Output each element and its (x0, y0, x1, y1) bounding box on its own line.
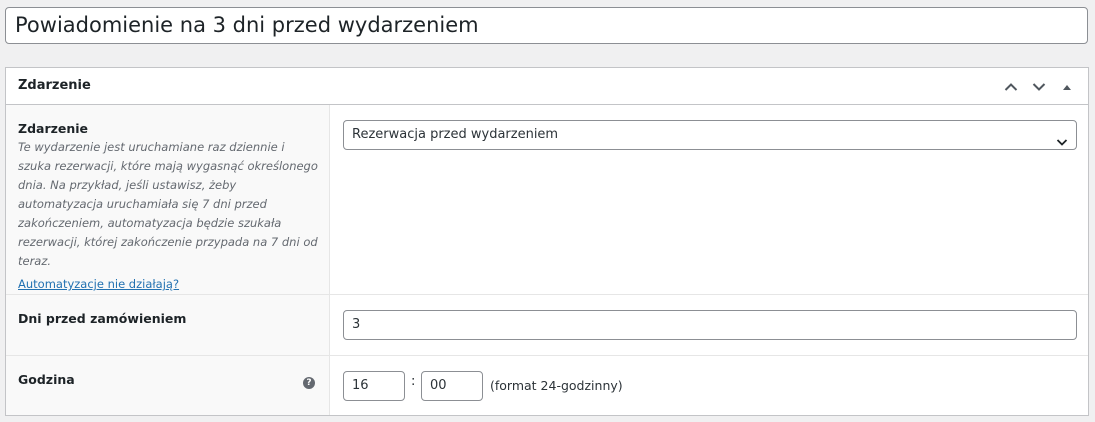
event-select-value: Rezerwacja przed wydarzeniem (352, 127, 559, 142)
time-separator: : (411, 374, 416, 389)
event-select[interactable]: Rezerwacja przed wydarzeniem (343, 120, 1077, 150)
days-row: Dni przed zamówieniem 3 (6, 294, 1088, 355)
chevron-up-icon[interactable] (998, 76, 1024, 98)
hours-input[interactable]: 16 (343, 371, 405, 401)
days-label: Dni przed zamówieniem (18, 311, 187, 326)
event-panel: Zdarzenie Zdarzenie Te wydarzenie jest u… (5, 67, 1089, 416)
event-row: Zdarzenie Te wydarzenie jest uruchamiane… (6, 105, 1088, 294)
event-description: Te wydarzenie jest uruchamiane raz dzien… (18, 140, 318, 268)
time-format-hint: (format 24-godzinny) (490, 378, 623, 393)
time-label-cell: Godzina ? (6, 356, 330, 415)
days-before-input[interactable]: 3 (343, 310, 1077, 340)
chevron-down-icon[interactable] (1026, 76, 1052, 98)
chevron-down-icon (1056, 130, 1068, 158)
panel-actions (998, 76, 1080, 98)
minutes-input[interactable]: 00 (421, 371, 483, 401)
panel-header: Zdarzenie (6, 68, 1088, 105)
time-row: Godzina ? 16 : 00 (format 24-godzinny) (6, 355, 1088, 415)
panel-title: Zdarzenie (18, 78, 91, 93)
time-label: Godzina (18, 372, 75, 387)
event-label-cell: Zdarzenie Te wydarzenie jest uruchamiane… (6, 105, 330, 294)
help-icon[interactable]: ? (303, 377, 315, 389)
days-label-cell: Dni przed zamówieniem (6, 295, 330, 355)
event-label: Zdarzenie (18, 121, 89, 136)
automation-title-input[interactable]: Powiadomienie na 3 dni przed wydarzeniem (5, 7, 1088, 44)
automations-help-link[interactable]: Automatyzacje nie działają? (18, 277, 179, 291)
triangle-up-icon[interactable] (1054, 76, 1080, 98)
